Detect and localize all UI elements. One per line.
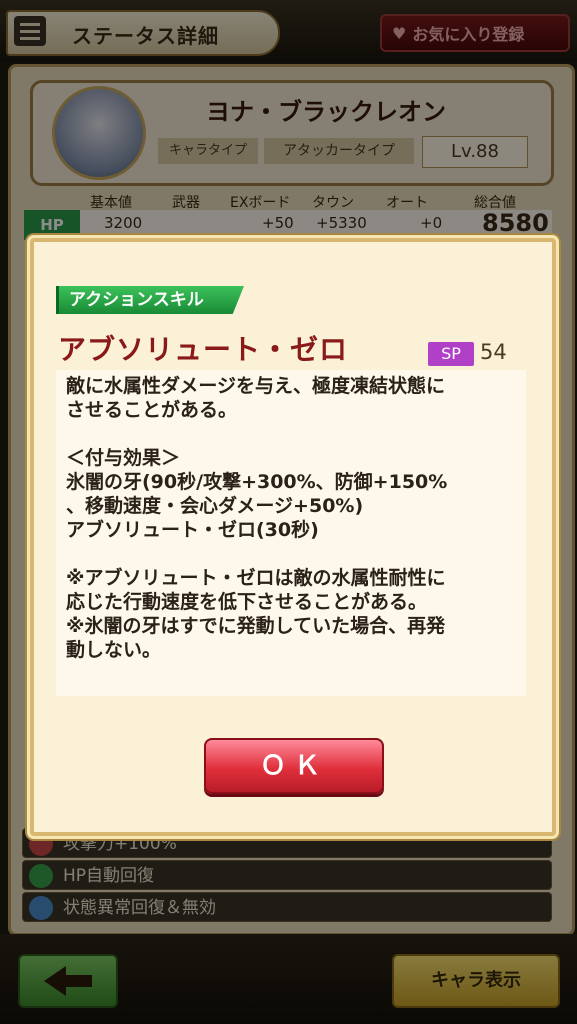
sp-badge: SP xyxy=(428,342,474,366)
sp-value: 54 xyxy=(480,340,507,364)
ok-button[interactable]: ＯＫ xyxy=(204,738,384,794)
skill-type-tag: アクションスキル xyxy=(56,286,244,314)
skill-name: アブソリュート・ゼロ xyxy=(58,333,349,366)
description-box: 敵に水属性ダメージを与え、極度凍結状態に させることがある。 ＜付与効果＞ 氷闇… xyxy=(56,370,526,696)
skill-dialog: アクションスキル アブソリュート・ゼロ SP 54 敵に水属性ダメージを与え、極… xyxy=(30,238,556,836)
skill-description: 敵に水属性ダメージを与え、極度凍結状態に させることがある。 ＜付与効果＞ 氷闇… xyxy=(66,375,448,661)
